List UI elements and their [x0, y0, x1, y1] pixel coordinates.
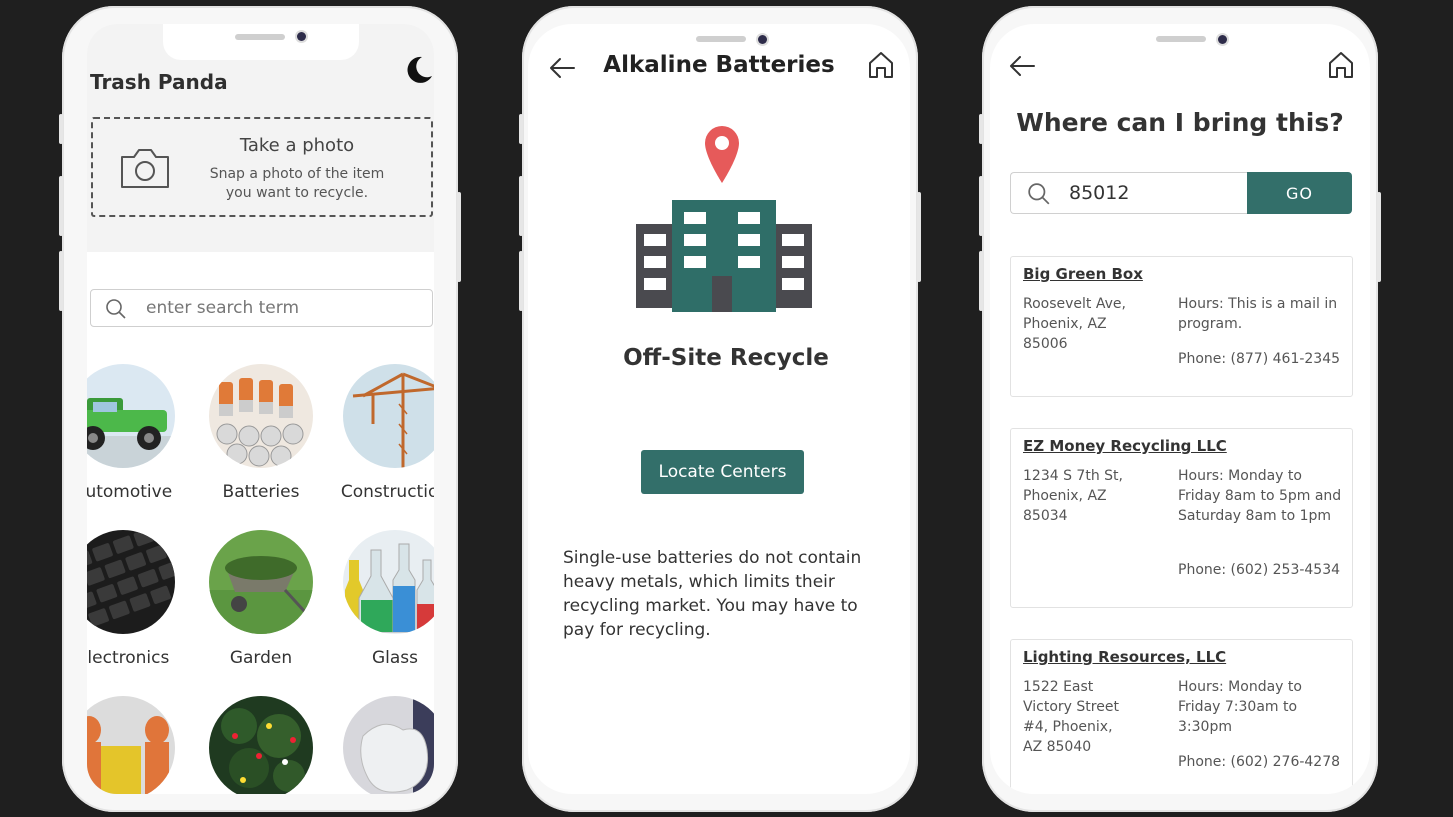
center-name-link[interactable]: EZ Money Recycling LLC — [1023, 437, 1227, 455]
bottles-photo-icon — [343, 530, 434, 634]
category-garden[interactable]: Garden — [197, 530, 317, 690]
photo-subtitle: Snap a photo of the item you want to rec… — [209, 166, 385, 201]
screen: Where can I bring this? 85012 GO Big Gre… — [990, 24, 1370, 794]
keyboard-photo-icon — [87, 530, 175, 634]
category-batteries[interactable]: Batteries — [197, 364, 317, 524]
zip-input[interactable]: 85012 — [1010, 172, 1250, 214]
category-holiday[interactable] — [197, 696, 317, 794]
category-glass[interactable]: Glass — [331, 530, 434, 690]
category-label: Construction — [340, 482, 434, 502]
speaker — [696, 36, 746, 42]
disposal-method: Off-Site Recycle — [623, 345, 829, 371]
center-address: Roosevelt Ave, Phoenix, AZ 85006 — [1023, 296, 1126, 352]
camera-dot — [758, 35, 767, 44]
locate-centers-button[interactable]: Locate Centers — [641, 450, 804, 494]
batteries-photo-icon — [209, 364, 313, 468]
phone-locations-screen: Where can I bring this? 85012 GO Big Gre… — [979, 6, 1381, 812]
category-label: Garden — [229, 648, 293, 668]
back-arrow-icon[interactable] — [1008, 52, 1036, 80]
notch — [163, 24, 359, 60]
crane-photo-icon — [343, 364, 434, 468]
center-phone: Phone: (602) 253-4534 — [1178, 562, 1341, 578]
screen: Trash Panda Take a photo Snap a photo of… — [87, 24, 434, 794]
go-button[interactable]: GO — [1247, 172, 1352, 214]
search-placeholder: enter search term — [146, 298, 299, 318]
zip-value: 85012 — [1069, 182, 1130, 204]
side-button — [979, 251, 983, 311]
center-address: 1522 East Victory Street #4, Phoenix, AZ… — [1023, 679, 1119, 755]
side-button — [519, 251, 523, 311]
side-button — [59, 251, 63, 311]
side-button — [979, 176, 983, 236]
search-input[interactable]: enter search term — [90, 289, 433, 327]
truck-photo-icon — [87, 364, 175, 468]
side-button — [59, 114, 63, 144]
page-title: Where can I bring this? — [1016, 108, 1344, 137]
recycling-center-building-icon — [636, 126, 812, 312]
center-card: Big Green Box Roosevelt Ave, Phoenix, AZ… — [1010, 256, 1353, 397]
center-name-link[interactable]: Lighting Resources, LLC — [1023, 648, 1226, 666]
phone-item-detail-screen: Alkaline Batteries Off-Site Recycle Loca… — [519, 6, 921, 812]
category-construction[interactable]: Construction — [331, 364, 434, 524]
center-hours: Hours: This is a mail in program. — [1178, 296, 1338, 332]
holiday-tree-photo-icon — [209, 696, 313, 794]
page-title: Alkaline Batteries — [603, 52, 835, 78]
camera-dot — [297, 32, 306, 41]
category-hazardous[interactable] — [87, 696, 179, 794]
dark-mode-moon-icon[interactable] — [402, 54, 434, 86]
zip-search-bar: 85012 GO — [1010, 172, 1353, 214]
home-icon[interactable] — [1326, 50, 1356, 80]
side-button — [1377, 192, 1381, 282]
category-label: Glass — [371, 648, 419, 668]
camera-dot — [1218, 35, 1227, 44]
side-button — [519, 114, 523, 144]
center-address: 1234 S 7th St, Phoenix, AZ 85034 — [1023, 468, 1123, 524]
take-photo-button[interactable]: Take a photo Snap a photo of the item yo… — [91, 117, 433, 217]
side-button — [519, 176, 523, 236]
side-button — [979, 114, 983, 144]
center-phone: Phone: (602) 276-4278 — [1178, 754, 1341, 770]
app-title: Trash Panda — [90, 70, 228, 94]
category-label: Batteries — [222, 482, 300, 502]
search-icon — [106, 299, 126, 319]
center-hours: Hours: Monday to Friday 7:30am to 3:30pm — [1178, 679, 1302, 735]
category-label: Electronics — [87, 648, 170, 668]
category-electronics[interactable]: Electronics — [87, 530, 179, 690]
phone-home-screen: Trash Panda Take a photo Snap a photo of… — [59, 6, 461, 812]
speaker — [235, 34, 285, 40]
side-button — [917, 192, 921, 282]
category-automotive[interactable]: Automotive — [87, 364, 179, 524]
wheelbarrow-photo-icon — [209, 530, 313, 634]
center-card: Lighting Resources, LLC 1522 East Victor… — [1010, 639, 1353, 794]
category-plastic[interactable] — [331, 696, 434, 794]
side-button — [59, 176, 63, 236]
center-phone: Phone: (877) 461-2345 — [1178, 351, 1341, 367]
screen: Alkaline Batteries Off-Site Recycle Loca… — [528, 24, 910, 794]
home-icon[interactable] — [866, 50, 896, 80]
center-hours: Hours: Monday to Friday 8am to 5pm and S… — [1178, 468, 1342, 524]
center-name-link[interactable]: Big Green Box — [1023, 265, 1143, 283]
search-icon — [1028, 183, 1050, 205]
plastic-bag-photo-icon — [343, 696, 434, 794]
camera-icon — [121, 149, 169, 188]
side-button — [457, 192, 461, 282]
hazmat-photo-icon — [87, 696, 175, 794]
speaker — [1156, 36, 1206, 42]
category-label: Automotive — [87, 482, 173, 502]
center-card: EZ Money Recycling LLC 1234 S 7th St, Ph… — [1010, 428, 1353, 608]
photo-title: Take a photo — [239, 135, 355, 156]
item-description: Single-use batteries do not contain heav… — [563, 548, 862, 640]
